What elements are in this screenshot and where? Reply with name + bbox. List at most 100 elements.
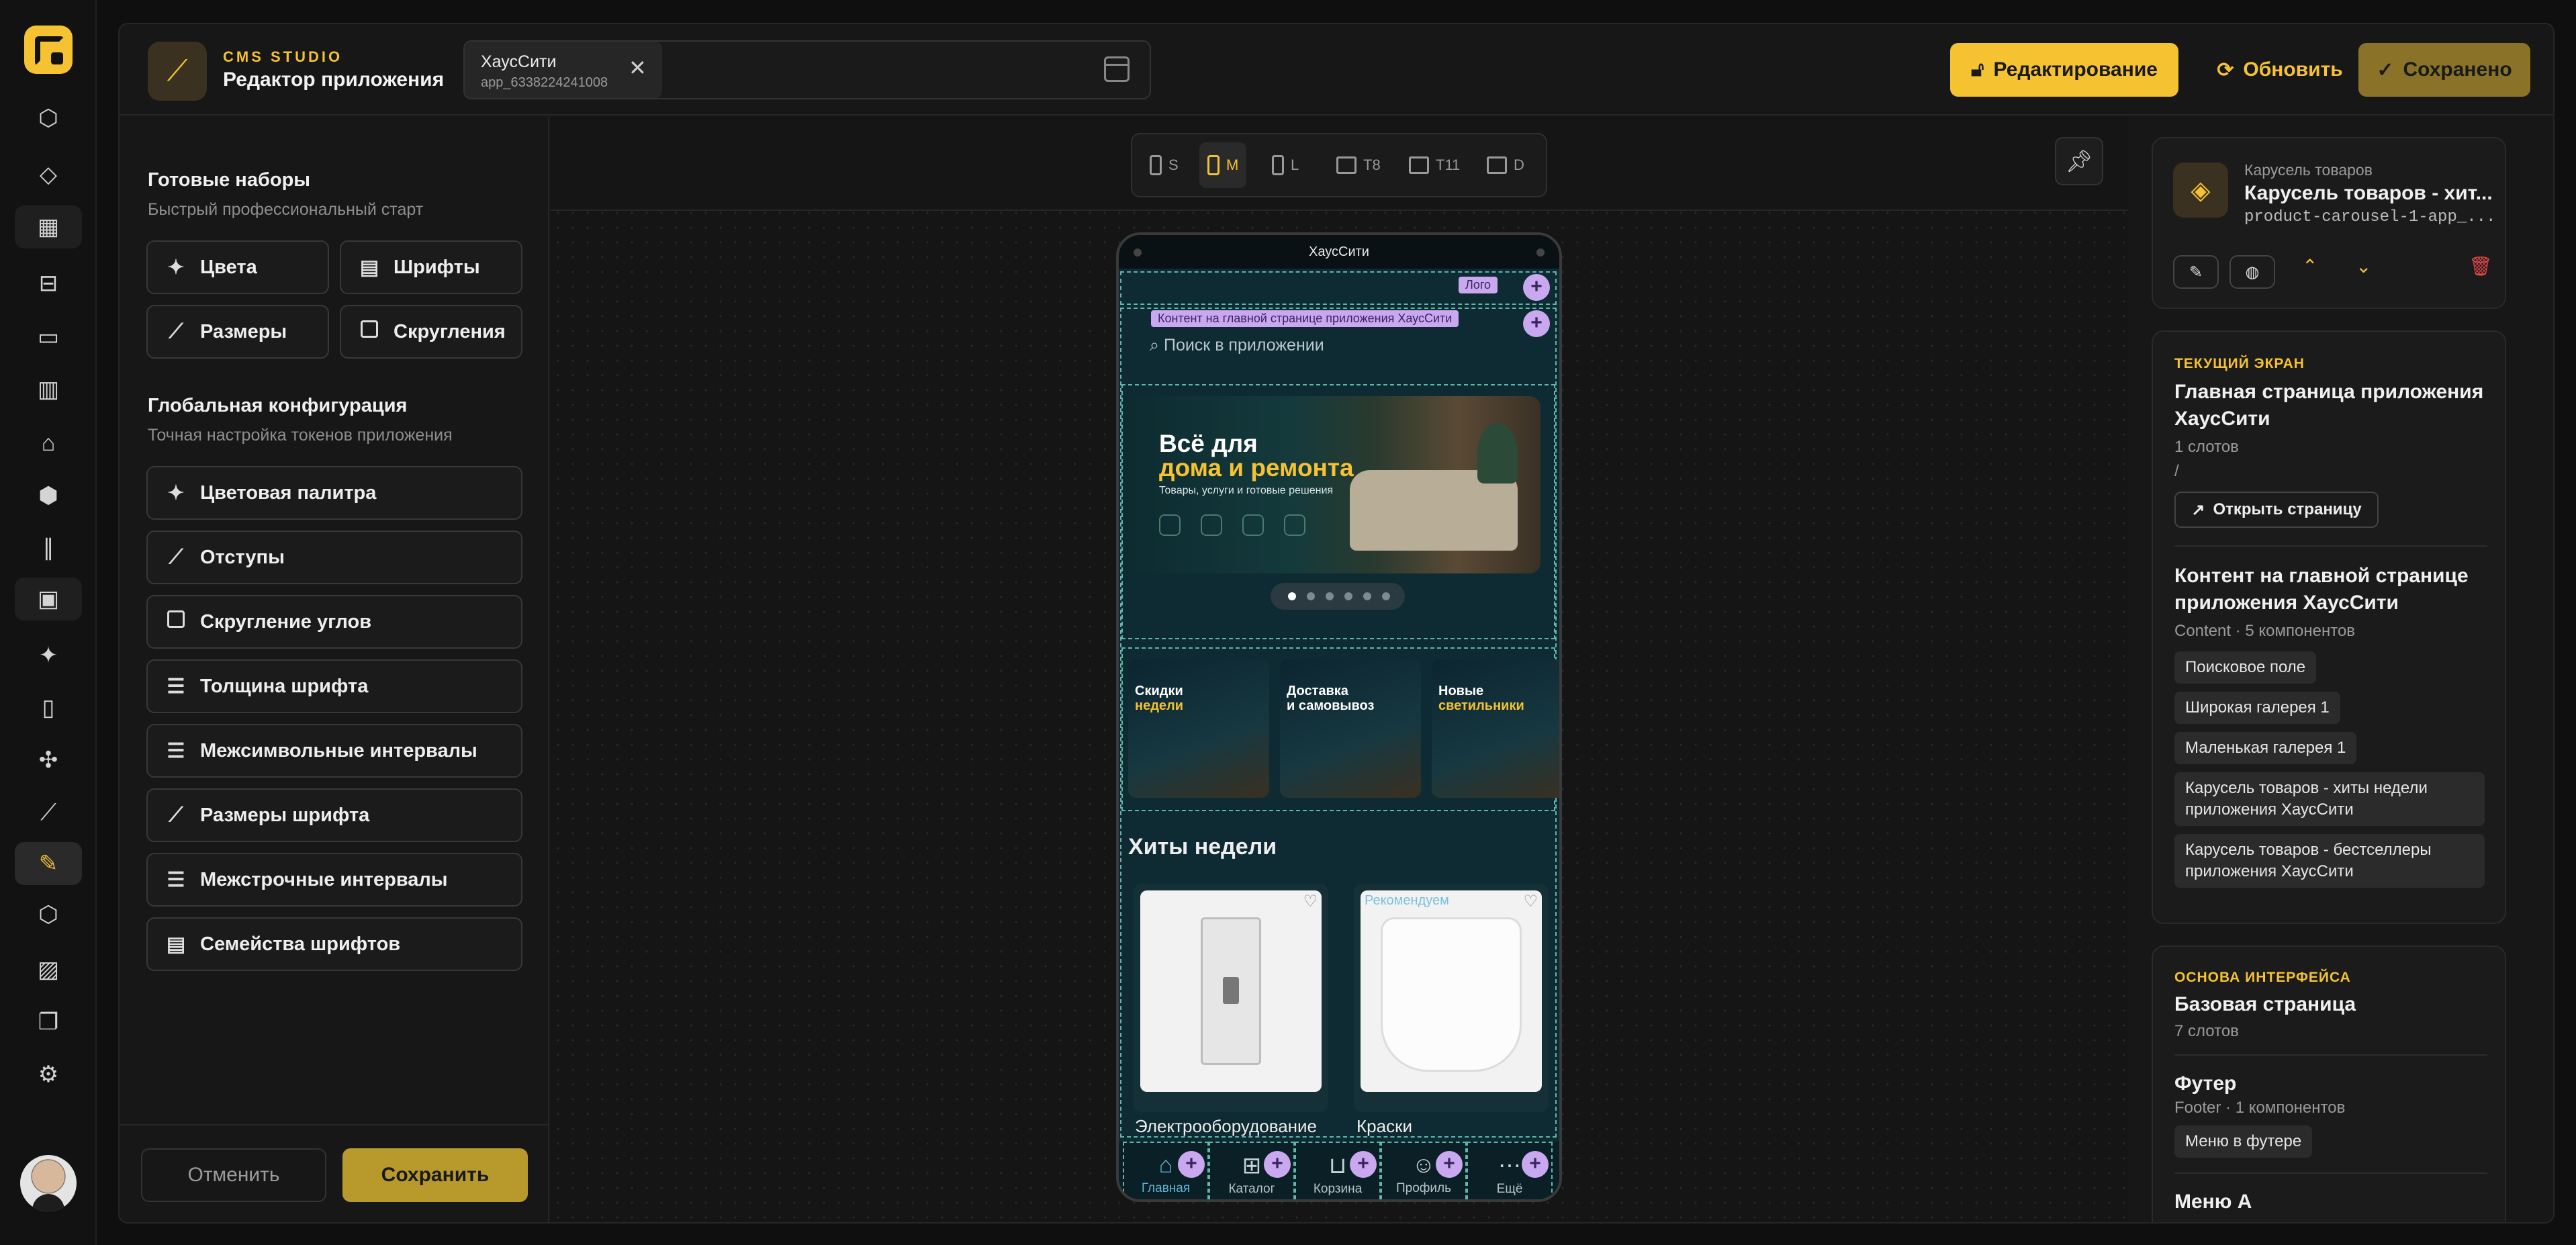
breakpoint-s[interactable]: S (1142, 142, 1187, 188)
editor-icon[interactable]: ✎ (15, 842, 82, 885)
promo-card[interactable]: Новые светильники (1432, 659, 1559, 798)
footer-item[interactable]: Меню в футере (2174, 1125, 2313, 1158)
token-font-sizes[interactable]: ⟋ Размеры шрифта (146, 788, 522, 842)
magic-wand-icon[interactable]: ⟋ (15, 791, 82, 834)
token-font-weight[interactable]: ☰ Толщина шрифта (146, 659, 522, 713)
avatar[interactable] (20, 1155, 77, 1211)
content-title-2: приложения ХаусСити (2174, 592, 2399, 614)
add-logo-button[interactable]: + (1523, 274, 1550, 301)
puzzle-icon[interactable]: ✣ (15, 739, 82, 782)
open-page-button[interactable]: ↗ Открыть страницу (2174, 492, 2379, 528)
trash-icon[interactable]: 🗑︎ (2469, 255, 2493, 277)
promo-card-title: Новые светильники (1438, 684, 1524, 713)
add-nav-button[interactable]: + (1178, 1151, 1205, 1178)
token-label: Отступы (200, 546, 285, 568)
sparkles-icon: ✦ (167, 256, 185, 279)
ruler-icon: ⟋ (169, 320, 183, 342)
content-item[interactable]: Широкая галерея 1 (2174, 692, 2340, 724)
layout-icon[interactable]: ▦ (15, 205, 82, 248)
edit-mode-button[interactable]: 🔓︎ Редактирование (1950, 43, 2178, 97)
archive-icon[interactable]: ▭ (15, 316, 82, 359)
carousel-dot[interactable] (1382, 592, 1390, 600)
cancel-button[interactable]: Отменить (141, 1148, 326, 1202)
pin-button[interactable]: 📌︎ (2055, 137, 2103, 185)
bar-chart-icon[interactable]: ▥ (15, 368, 82, 411)
sliders-icon: ☰ (167, 675, 185, 698)
close-icon[interactable]: ✕ (629, 55, 647, 81)
save-button[interactable]: Сохранить (342, 1148, 528, 1202)
search-placeholder: Поиск в приложении (1163, 336, 1324, 355)
book-icon[interactable]: ▯ (15, 686, 82, 729)
component-caption: Карусель товаров (2244, 161, 2373, 179)
app-logo-icon[interactable] (24, 26, 73, 74)
product-card[interactable]: Рекомендуем ♡ (1354, 884, 1549, 1112)
refresh-button[interactable]: ⟳ Обновить (2203, 43, 2357, 97)
edit-component-button[interactable]: ✎ (2173, 255, 2219, 289)
sliders-icon: ☰ (167, 868, 185, 891)
hero-banner[interactable]: Всё для дома и ремонта Товары, услуги и … (1128, 396, 1540, 573)
carousel-dot[interactable] (1288, 592, 1296, 600)
token-color-palette[interactable]: ✦ Цветовая палитра (146, 466, 522, 520)
add-content-button[interactable]: + (1523, 310, 1550, 337)
library-icon[interactable]: ∥ (15, 526, 82, 569)
add-nav-button[interactable]: + (1436, 1151, 1463, 1178)
breakpoint-t11[interactable]: T11 (1401, 142, 1468, 188)
content-item[interactable]: Поисковое поле (2174, 651, 2317, 684)
move-down-icon[interactable]: ⌄ (2356, 255, 2371, 277)
saved-button[interactable]: ✓ Сохранено (2358, 43, 2530, 97)
price-tag-icon[interactable]: ◇ (15, 153, 82, 196)
token-font-families[interactable]: ▤ Семейства шрифтов (146, 917, 522, 971)
heart-icon[interactable]: ♡ (1523, 892, 1538, 911)
layout-toggle-icon[interactable] (1104, 56, 1130, 82)
style-component-button[interactable]: ◍ (2229, 255, 2275, 289)
tablet-icon (1409, 156, 1429, 174)
token-spacing[interactable]: ⟋ Отступы (146, 531, 522, 584)
heart-icon[interactable]: ♡ (1303, 892, 1318, 911)
window-icon[interactable]: ▣ (15, 578, 82, 620)
inbox-icon[interactable]: ⊟ (15, 262, 82, 305)
inspector-panel: ◈ Карусель товаров Карусель товаров - хи… (2129, 117, 2553, 1222)
tag-icon[interactable]: ⬡ (15, 97, 82, 140)
app-tab[interactable]: ХаусСити app_6338224241008 ✕ (465, 42, 662, 98)
preset-fonts-button[interactable]: ▤ Шрифты (340, 240, 522, 294)
breakpoint-l[interactable]: L (1264, 142, 1307, 188)
add-nav-button[interactable]: + (1522, 1151, 1549, 1178)
carousel-dot[interactable] (1363, 592, 1371, 600)
app-selector[interactable]: ХаусСити app_6338224241008 ✕ (463, 40, 1151, 99)
box-icon[interactable]: ⬢ (15, 474, 82, 517)
banner-feature-icon (1159, 514, 1181, 536)
nav-label: Каталог (1228, 1182, 1275, 1196)
product-card[interactable]: ♡ (1134, 884, 1328, 1112)
gear-icon[interactable]: ⚙ (15, 1053, 82, 1096)
carousel-dot[interactable] (1344, 592, 1352, 600)
search-input[interactable]: ⌕ Поиск в приложении (1150, 336, 1324, 355)
gallery-icon[interactable]: ▨ (15, 948, 82, 991)
preset-sizes-button[interactable]: ⟋ Размеры (146, 305, 329, 359)
token-corner-radius[interactable]: Скругление углов (146, 595, 522, 649)
add-nav-button[interactable]: + (1350, 1151, 1377, 1178)
promo-card[interactable]: Доставка и самовывоз (1280, 659, 1421, 798)
move-up-icon[interactable]: ⌃ (2302, 255, 2317, 277)
copy-icon[interactable]: ❐ (15, 1001, 82, 1044)
add-nav-button[interactable]: + (1264, 1151, 1291, 1178)
preview-canvas: S M L T8 T11 D 📌︎ ХаусСити Лого + Контен… (551, 117, 2127, 1222)
breakpoint-d[interactable]: D (1479, 142, 1532, 188)
content-item[interactable]: Маленькая галерея 1 (2174, 732, 2357, 764)
sparkles-icon[interactable]: ✦ (15, 634, 82, 677)
top-bar: ⟋ CMS STUDIO Редактор приложения ХаусСит… (120, 24, 2553, 116)
product-image (1140, 890, 1322, 1092)
content-item[interactable]: Карусель товаров - бестселлеры приложени… (2174, 834, 2485, 888)
bank-icon[interactable]: ⌂ (15, 422, 82, 465)
breakpoint-m[interactable]: M (1199, 142, 1247, 188)
breakpoint-t8[interactable]: T8 (1328, 142, 1389, 188)
package-icon[interactable]: ⬡ (15, 893, 82, 936)
presets-title: Готовые наборы (148, 169, 311, 191)
preset-colors-button[interactable]: ✦ Цвета (146, 240, 329, 294)
content-item[interactable]: Карусель товаров - хиты недели приложени… (2174, 772, 2485, 826)
carousel-dot[interactable] (1326, 592, 1334, 600)
token-line-height[interactable]: ☰ Межстрочные интервалы (146, 853, 522, 907)
promo-card[interactable]: Скидки недели (1128, 659, 1269, 798)
preset-radius-button[interactable]: Скругления (340, 305, 522, 359)
token-letter-spacing[interactable]: ☰ Межсимвольные интервалы (146, 724, 522, 778)
carousel-dot[interactable] (1307, 592, 1315, 600)
